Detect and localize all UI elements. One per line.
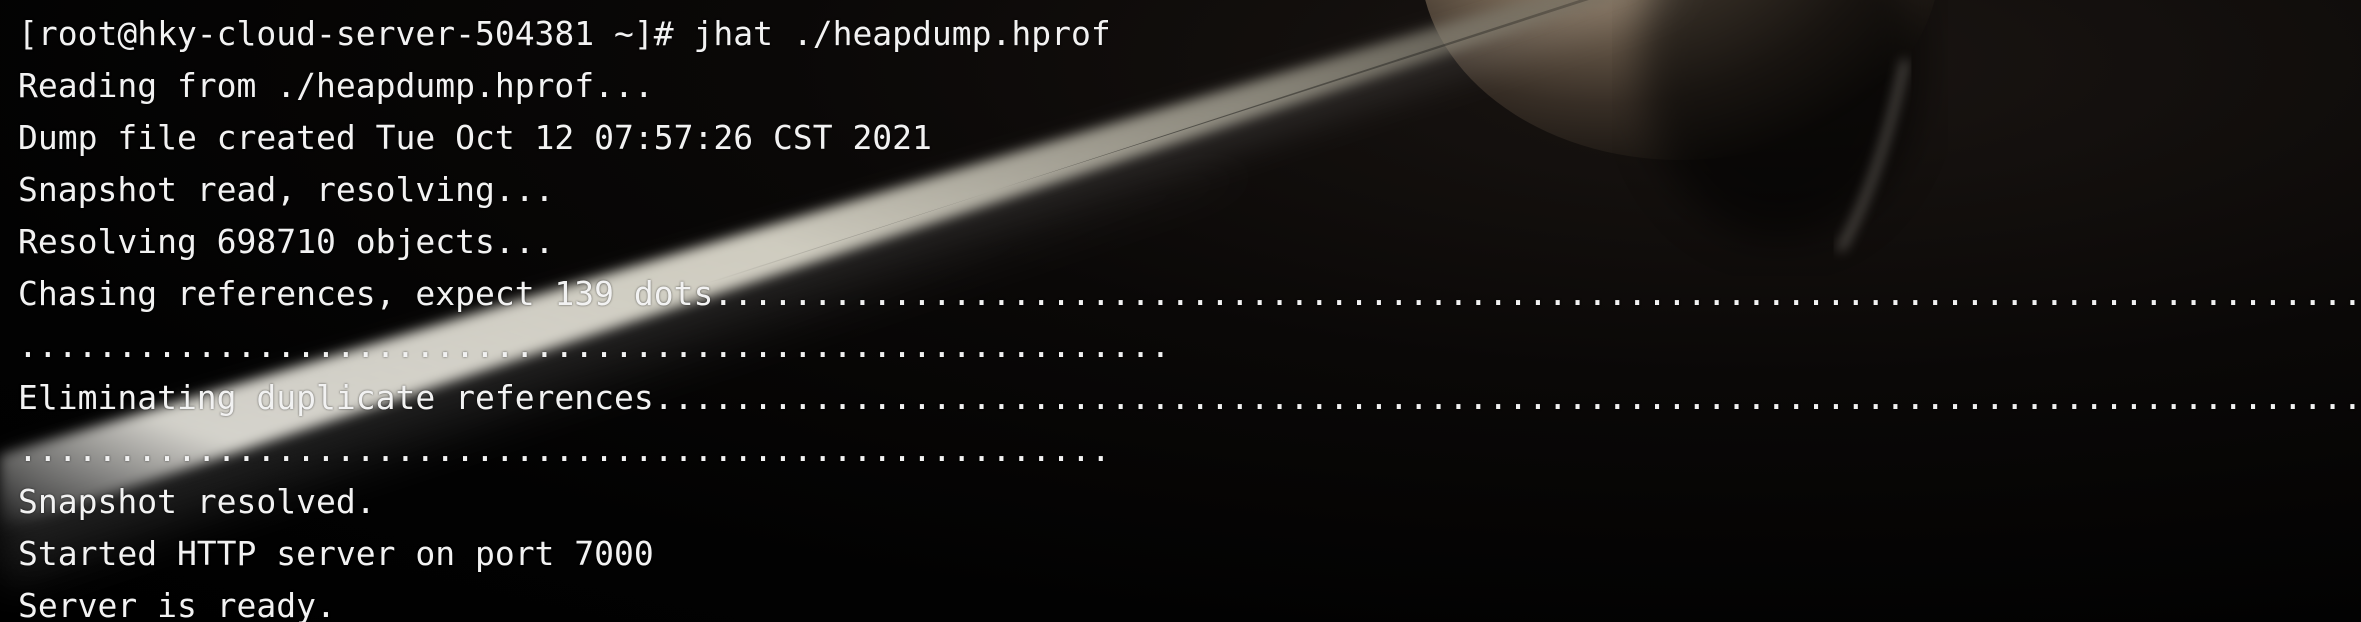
output-line: Resolving 698710 objects... (18, 222, 555, 261)
output-line: Snapshot resolved. (18, 482, 376, 521)
output-line: ........................................… (18, 326, 1171, 365)
command-prompt-line: [root@hky-cloud-server-504381 ~]# jhat .… (18, 14, 1111, 53)
output-line: Reading from ./heapdump.hprof... (18, 66, 654, 105)
terminal-output: [root@hky-cloud-server-504381 ~]# jhat .… (18, 8, 2361, 622)
output-line: Dump file created Tue Oct 12 07:57:26 CS… (18, 118, 932, 157)
output-line: Eliminating duplicate references........… (18, 378, 2361, 417)
output-line: Started HTTP server on port 7000 (18, 534, 654, 573)
output-line: ........................................… (18, 430, 1111, 469)
output-line: Snapshot read, resolving... (18, 170, 555, 209)
output-line: Chasing references, expect 139 dots.....… (18, 274, 2361, 313)
output-line: Server is ready. (18, 586, 336, 622)
terminal-window[interactable]: [root@hky-cloud-server-504381 ~]# jhat .… (0, 0, 2361, 622)
